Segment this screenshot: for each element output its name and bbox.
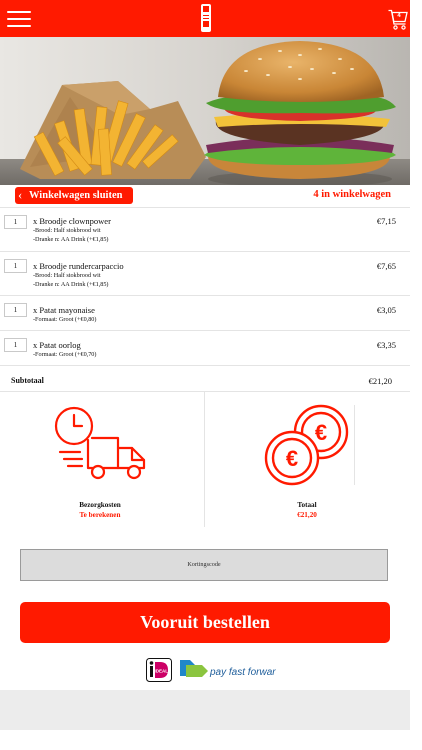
item-option: -Brood: Half stokbrood wit <box>33 227 101 234</box>
svg-text:€: € <box>286 446 298 471</box>
cart-item: 1 x Patat mayonaise -Formaat: Groot (+€0… <box>0 295 410 330</box>
menu-icon[interactable] <box>7 11 31 27</box>
item-option: -Brood: Half stokbrood wit <box>33 272 101 279</box>
svg-text:iDEAL: iDEAL <box>155 669 169 674</box>
coupon-code-button[interactable]: Kortingscode <box>20 549 388 581</box>
payfast-logo: pay fast forward <box>180 660 276 678</box>
item-option: -Formaat: Groot (+€0,70) <box>33 351 97 358</box>
top-bar: 4 <box>0 0 410 37</box>
svg-text:€: € <box>315 420 327 445</box>
page-margin <box>410 0 422 750</box>
delivery-value: Te berekenen <box>79 511 121 519</box>
cart-item: 1 x Broodje clownpower -Brood: Half stok… <box>0 207 410 251</box>
divider <box>0 365 410 366</box>
ideal-logo: iDEAL <box>146 658 172 682</box>
total-value: €21,20 <box>297 511 317 519</box>
item-price: €3,05 <box>376 305 396 315</box>
order-button[interactable]: Vooruit bestellen <box>20 602 390 643</box>
item-price: €7,65 <box>376 261 396 271</box>
cart-badge-count: 4 <box>397 13 401 19</box>
quantity-input[interactable]: 1 <box>4 259 27 273</box>
quantity-input[interactable]: 1 <box>4 303 27 317</box>
euro-coins-icon: € € <box>264 404 349 486</box>
delivery-truck-clock-icon <box>54 406 146 480</box>
chevron-left-icon: ‹ <box>18 187 23 202</box>
panel-divider <box>204 392 205 527</box>
total-title: Totaal <box>297 501 317 509</box>
item-name: x Broodje clownpower <box>33 216 111 226</box>
panel-divider <box>354 405 355 485</box>
cart-button[interactable]: 4 <box>388 9 408 31</box>
item-name: x Broodje rundercarpaccio <box>33 261 124 271</box>
payment-logos: iDEAL pay fast forward <box>146 656 276 684</box>
item-option: -Dranke n: AA Drink (+€1,85) <box>33 281 109 288</box>
svg-text:pay fast forward: pay fast forward <box>209 667 276 678</box>
item-price: €7,15 <box>376 216 396 226</box>
delivery-title: Bezorgkosten <box>79 501 121 509</box>
page: 4 ‹ Winkelwagen sluiten 4 in winkelwagen… <box>0 0 410 750</box>
divider <box>0 391 410 392</box>
item-price: €3,35 <box>376 340 396 350</box>
cart-item: 1 x Patat oorlog -Formaat: Groot (+€0,70… <box>0 330 410 365</box>
close-cart-label: Winkelwagen sluiten <box>29 190 123 201</box>
item-option: -Dranke n: AA Drink (+€1,85) <box>33 236 109 243</box>
subtotal-label: Subtotaal <box>11 376 44 385</box>
close-cart-button[interactable]: ‹ Winkelwagen sluiten <box>15 187 133 204</box>
item-option: -Formaat: Groot (+€0,80) <box>33 316 97 323</box>
item-name: x Patat oorlog <box>33 340 81 350</box>
subtotal-value: €21,20 <box>368 376 392 386</box>
quantity-input[interactable]: 1 <box>4 338 27 352</box>
cart-item: 1 x Broodje rundercarpaccio -Brood: Half… <box>0 251 410 295</box>
footer-band <box>0 690 410 730</box>
quantity-input[interactable]: 1 <box>4 215 27 229</box>
hero-image-burger-fries <box>0 37 410 185</box>
cart-item-count: 4 in winkelwagen <box>313 189 391 200</box>
restaurant-logo[interactable] <box>196 3 216 33</box>
item-name: x Patat mayonaise <box>33 305 95 315</box>
